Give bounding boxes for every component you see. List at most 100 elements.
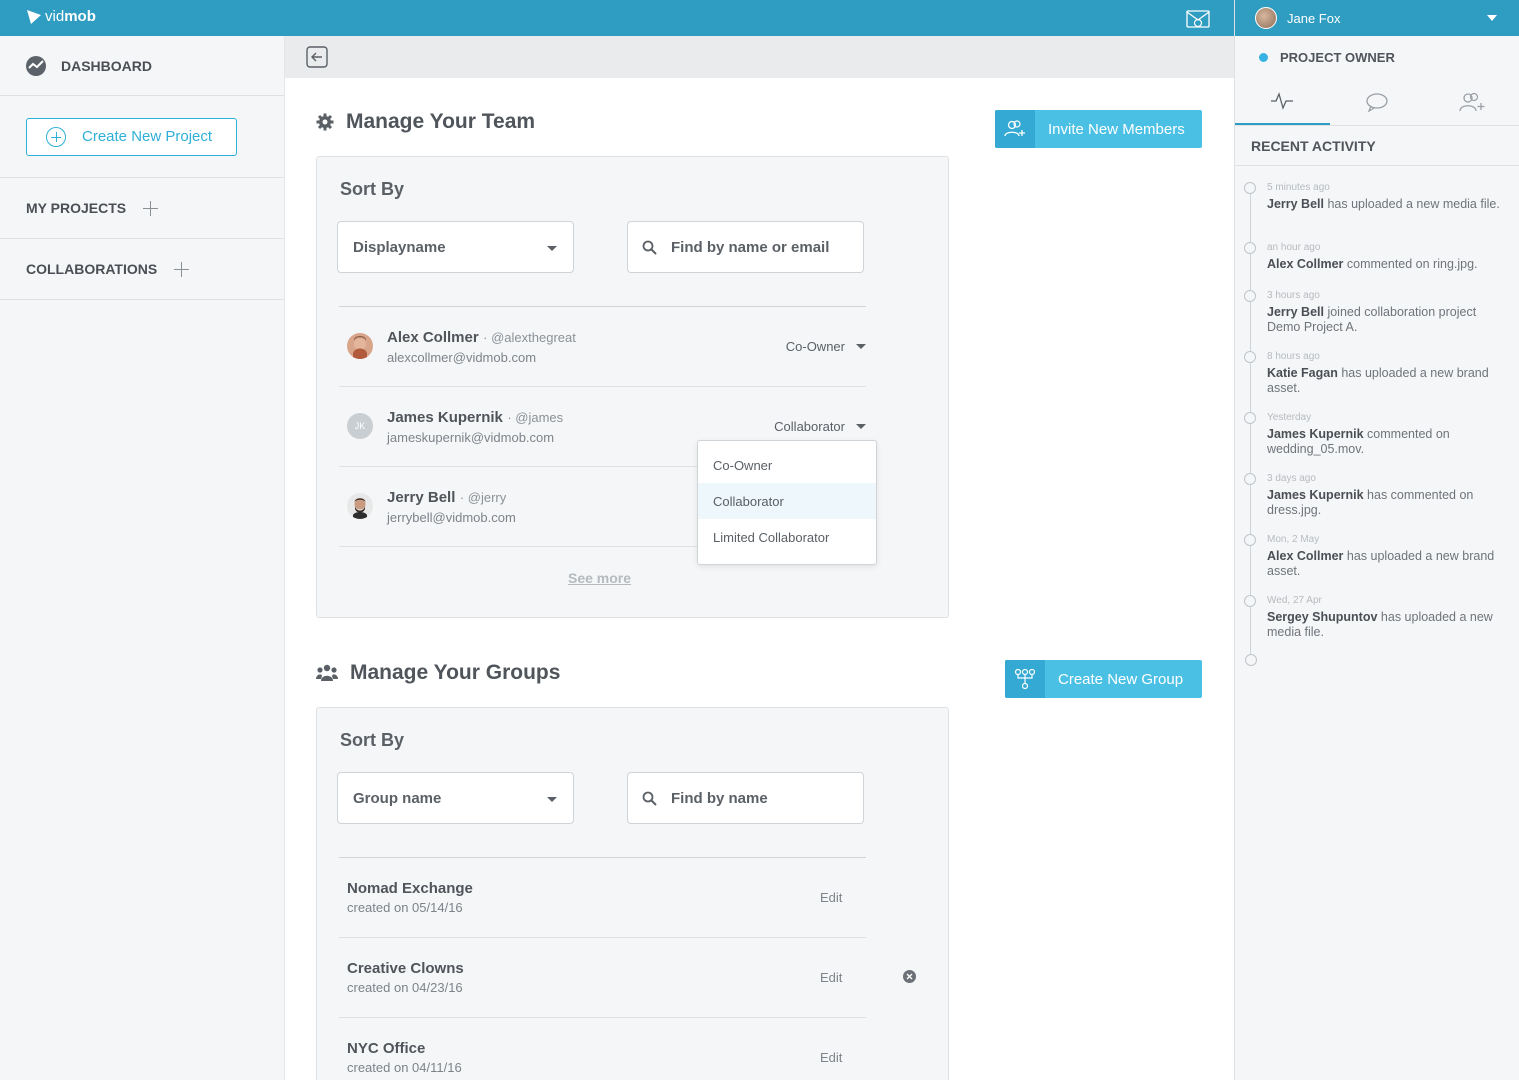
tab-comments[interactable] [1330, 78, 1425, 125]
user-role: PROJECT OWNER [1235, 36, 1519, 78]
member-name: James Kupernik [387, 409, 503, 426]
gear-icon [316, 113, 334, 131]
main-content: Manage Your Team Invite New Members Sort… [285, 78, 1234, 1080]
add-collaboration-icon[interactable] [174, 261, 190, 277]
create-new-project-button[interactable]: Create New Project [26, 117, 237, 156]
vidmob-logo[interactable]: vid mob [26, 8, 96, 25]
activity-item: Yesterday James Kupernik commented on we… [1244, 410, 1503, 457]
activity-time: 5 minutes ago [1267, 182, 1330, 193]
member-handle: · @james [507, 410, 564, 425]
sidebar-item-label: MY PROJECTS [26, 200, 127, 216]
team-sort-select[interactable]: Displayname [337, 221, 574, 273]
add-users-icon [1459, 92, 1485, 111]
role-option-limited-collaborator[interactable]: Limited Collaborator [698, 519, 876, 555]
activity-user: Alex Collmer [1267, 549, 1344, 563]
plus-circle-icon [46, 126, 66, 147]
group-name: Creative Clowns [347, 960, 464, 977]
sidebar-item-collaborations[interactable]: COLLABORATIONS [0, 239, 284, 300]
member-role-select[interactable]: Co-Owner [786, 339, 866, 354]
member-role-select[interactable]: Collaborator [774, 419, 866, 434]
invite-new-members-button[interactable]: Invite New Members [995, 110, 1202, 148]
activity-time: Yesterday [1267, 412, 1312, 423]
search-icon [642, 240, 657, 255]
member-name: Jerry Bell [387, 489, 456, 506]
see-more-link[interactable]: See more [568, 570, 631, 586]
member-email: jerrybell@vidmob.com [387, 510, 516, 525]
role-option-collaborator[interactable]: Collaborator [698, 483, 876, 519]
team-card: Sort By Displayname Find by name or emai… [316, 156, 949, 618]
groups-sort-select[interactable]: Group name [337, 772, 574, 824]
dashboard-icon [26, 55, 46, 76]
team-title-text: Manage Your Team [346, 110, 536, 133]
timeline-end-icon [1245, 654, 1257, 666]
timeline-node-icon [1244, 534, 1256, 546]
activity-user: James Kupernik [1267, 427, 1364, 441]
activity-user: Jerry Bell [1267, 305, 1324, 319]
group-edit-link[interactable]: Edit [820, 890, 842, 905]
avatar-initials: JK [347, 413, 373, 439]
logo-icon [27, 9, 41, 24]
activity-item: 3 days ago James Kupernik has commented … [1244, 471, 1503, 518]
user-avatar [1255, 7, 1277, 29]
user-menu[interactable]: Jane Fox [1235, 0, 1519, 36]
team-search-input[interactable]: Find by name or email [627, 221, 864, 273]
member-name: Alex Collmer [387, 329, 479, 346]
timeline-node-icon [1244, 242, 1256, 254]
team-section-title: Manage Your Team [316, 110, 535, 134]
groups-search-placeholder: Find by name [671, 789, 768, 807]
tab-members[interactable] [1424, 78, 1519, 125]
role-option-co-owner[interactable]: Co-Owner [698, 447, 876, 483]
group-icon [316, 664, 338, 681]
group-edit-link[interactable]: Edit [820, 970, 842, 985]
activity-item: Mon, 2 May Alex Collmer has uploaded a n… [1244, 532, 1503, 579]
member-handle: · @alexthegreat [483, 330, 576, 345]
group-created-date: created on 05/14/16 [347, 900, 463, 915]
recent-activity-title: RECENT ACTIVITY [1235, 126, 1519, 166]
collapse-sidebar-icon[interactable] [306, 46, 328, 68]
member-email: alexcollmer@vidmob.com [387, 350, 537, 365]
timeline-node-icon [1244, 473, 1256, 485]
chat-bubble-icon [1366, 92, 1388, 112]
timeline-node-icon [1244, 595, 1256, 607]
activity-user: Jerry Bell [1267, 197, 1324, 211]
tab-activity[interactable] [1235, 78, 1330, 125]
create-group-label: Create New Group [1058, 670, 1184, 688]
member-role-value: Collaborator [774, 419, 845, 434]
member-info: James Kupernik · @james jameskupernik@vi… [387, 409, 563, 445]
create-project-label: Create New Project [82, 128, 213, 145]
sidebar-item-my-projects[interactable]: MY PROJECTS [0, 178, 284, 239]
activity-time: an hour ago [1267, 242, 1321, 253]
mail-icon[interactable] [1186, 9, 1210, 29]
create-project-wrapper: Create New Project [0, 96, 284, 178]
activity-timeline: 5 minutes ago Jerry Bell has uploaded a … [1235, 166, 1519, 666]
chevron-down-icon [547, 797, 557, 802]
groups-section-title: Manage Your Groups [316, 661, 560, 685]
activity-text: commented on ring.jpg. [1343, 257, 1478, 271]
user-role-text: PROJECT OWNER [1280, 49, 1395, 65]
team-search-placeholder: Find by name or email [671, 238, 830, 256]
add-project-icon[interactable] [143, 200, 159, 216]
hierarchy-icon [1014, 668, 1036, 690]
activity-item: 3 hours ago Jerry Bell joined collaborat… [1244, 288, 1503, 335]
invite-icon-box [995, 110, 1035, 148]
sidebar-item-label: DASHBOARD [61, 57, 152, 74]
sidebar-item-dashboard[interactable]: DASHBOARD [0, 36, 284, 96]
activity-item: Wed, 27 Apr Sergey Shupuntov has uploade… [1244, 593, 1503, 640]
groups-search-input[interactable]: Find by name [627, 772, 864, 824]
activity-time: 3 hours ago [1267, 290, 1320, 301]
role-dropdown-menu: Co-Owner Collaborator Limited Collaborat… [697, 440, 877, 565]
activity-item: 8 hours ago Katie Fagan has uploaded a n… [1244, 349, 1503, 396]
activity-user: James Kupernik [1267, 488, 1364, 502]
timeline-node-icon [1244, 182, 1256, 194]
activity-time: 3 days ago [1267, 473, 1316, 484]
group-edit-link[interactable]: Edit [820, 1050, 842, 1065]
sidebar: DASHBOARD Create New Project MY PROJECTS… [0, 36, 285, 1080]
delete-group-icon[interactable] [903, 970, 916, 983]
user-name: Jane Fox [1287, 10, 1341, 26]
group-created-date: created on 04/23/16 [347, 980, 463, 995]
add-users-icon [1004, 120, 1025, 137]
create-new-group-button[interactable]: Create New Group [1005, 660, 1202, 698]
group-name: NYC Office [347, 1040, 426, 1057]
logo-text-light: vid [45, 8, 65, 25]
group-row: Creative Clowns created on 04/23/16 Edit [339, 938, 866, 1018]
